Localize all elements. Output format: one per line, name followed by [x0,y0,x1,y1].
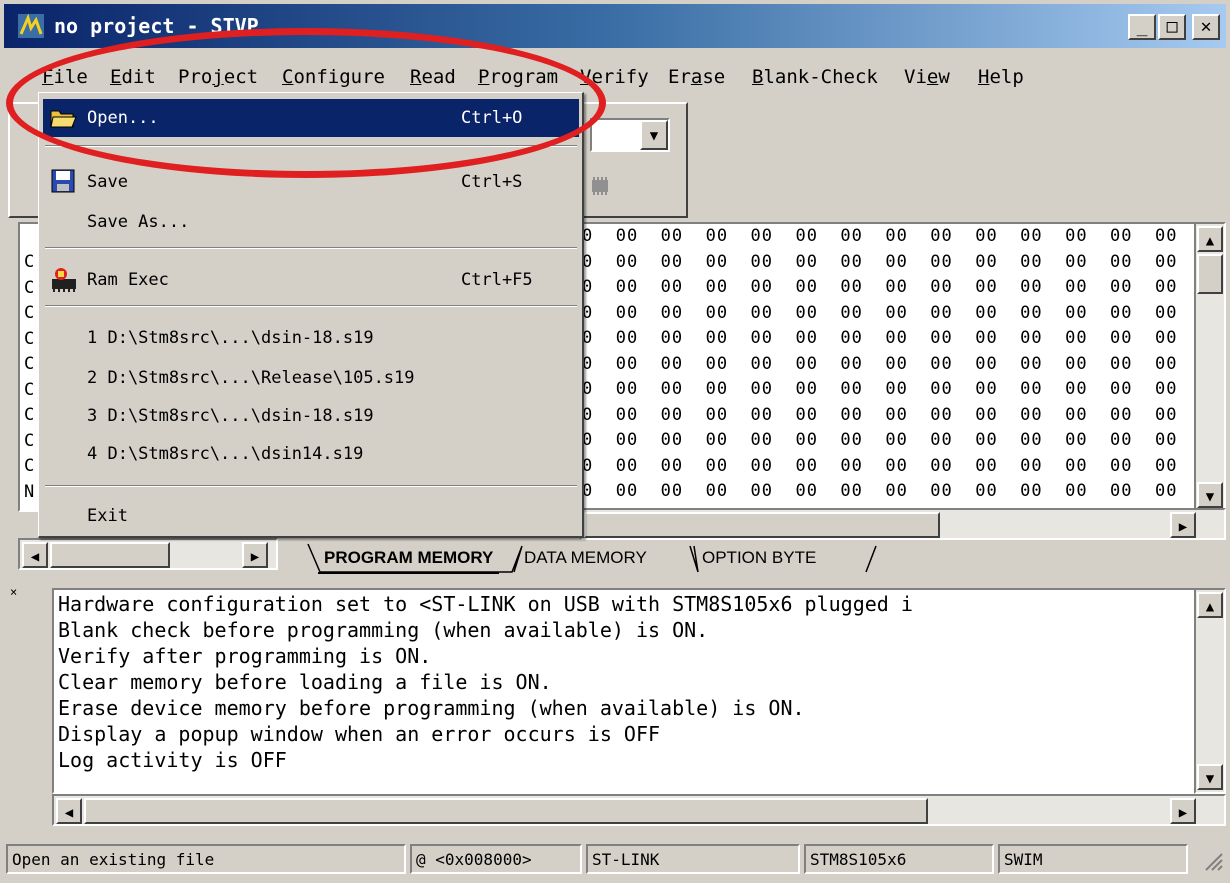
hex-row: 0 00 00 00 00 00 00 00 00 00 00 00 00 00… [582,455,1196,476]
left-panel-row: C [24,252,35,272]
recent-file-label: 1 D:\Stm8src\...\dsin-18.s19 [87,328,374,348]
maximize-icon: □ [1166,16,1178,37]
minimize-icon: _ [1136,16,1148,37]
status-device: STM8S105x6 [804,844,994,874]
scroll-left-button[interactable]: ◀ [22,542,48,568]
vscroll-thumb[interactable] [1197,254,1223,294]
scroll-down-button[interactable]: ▼ [1197,482,1223,508]
left-panel-row: C [24,379,35,400]
left-panel-row: C [24,303,35,323]
log-hscrollbar[interactable]: ◀ ▶ [52,794,1226,826]
menu-erase[interactable]: Erase [668,66,725,88]
log-line: Clear memory before loading a file is ON… [58,670,552,694]
scroll-right-button[interactable]: ▶ [242,542,268,568]
memory-hex-view[interactable]: 0 00 00 00 00 00 00 00 00 00 00 00 00 00… [580,222,1196,508]
menu-view[interactable]: View [904,66,950,88]
status-address: @ <0x008000> [410,844,582,874]
left-panel-row: C [24,405,35,425]
menu-item-label: Save As... [87,212,190,232]
combo-dropdown-button[interactable]: ▼ [640,120,668,150]
status-bar: Open an existing file @ <0x008000> ST-LI… [4,838,1226,878]
menu-item-ram-exec[interactable]: Ram Exec Ctrl+F5 [43,261,579,299]
hex-row: 0 00 00 00 00 00 00 00 00 00 00 00 00 00… [582,251,1196,272]
menu-item-exit[interactable]: Exit [43,497,579,535]
menu-item-shortcut: Ctrl+F5 [461,270,533,290]
left-panel-row: C [24,328,35,349]
menu-item-recent-file[interactable]: 4 D:\Stm8src\...\dsin14.s19 [43,435,579,473]
log-line: Display a popup window when an error occ… [58,722,661,746]
scroll-right-button[interactable]: ▶ [1170,798,1196,824]
status-tool: ST-LINK [586,844,800,874]
chevron-down-icon: ▼ [649,128,659,144]
log-output[interactable]: Hardware configuration set to <ST-LINK o… [52,588,1196,794]
hex-hscrollbar[interactable]: ▶ [580,508,1226,540]
log-line: Hardware configuration set to <ST-LINK o… [58,592,913,616]
scroll-down-button[interactable]: ▼ [1197,764,1223,790]
menu-blank-check[interactable]: Blank-Check [752,66,878,88]
tab-outline [307,543,877,573]
left-panel-row: C [24,456,35,476]
hex-row: 0 00 00 00 00 00 00 00 00 00 00 00 00 00… [582,226,1196,246]
hex-row: 0 00 00 00 00 00 00 00 00 00 00 00 00 00… [582,302,1196,323]
floppy-disk-icon [51,169,75,193]
recent-file-label: 2 D:\Stm8src\...\Release\105.s19 [87,368,415,388]
menu-separator [45,247,577,249]
hex-row: 0 00 00 00 00 00 00 00 00 00 00 00 00 00… [582,481,1196,501]
menu-separator [45,305,577,307]
left-panel-row: C [24,277,35,298]
scroll-left-button[interactable]: ◀ [56,798,82,824]
recent-file-label: 3 D:\Stm8src\...\dsin-18.s19 [87,406,374,426]
menu-item-label: Save [87,172,128,192]
hscroll-thumb[interactable] [84,798,928,824]
memory-tabs: PROGRAM MEMORY DATA MEMORY OPTION BYTE [300,540,900,576]
scroll-up-button[interactable]: ▲ [1197,592,1223,618]
status-message: Open an existing file [6,844,406,874]
left-panel-row: C [24,354,35,374]
scroll-thumb[interactable] [50,542,170,568]
hex-row: 0 00 00 00 00 00 00 00 00 00 00 00 00 00… [582,353,1196,374]
close-button[interactable]: ✕ [1192,14,1220,40]
scroll-right-button[interactable]: ▶ [1170,512,1196,538]
hex-row: 0 00 00 00 00 00 00 00 00 00 00 00 00 00… [582,379,1196,399]
hscroll-thumb[interactable] [584,512,940,538]
hex-row: 0 00 00 00 00 00 00 00 00 00 00 00 00 00… [582,328,1196,348]
menu-item-shortcut: Ctrl+S [461,172,523,192]
menu-help[interactable]: Help [978,66,1024,88]
hex-vscrollbar[interactable]: ▲ ▼ [1194,222,1226,512]
close-icon: ✕ [1200,16,1212,37]
resize-grip-icon[interactable] [1200,846,1224,872]
left-panel-row: N [24,481,35,502]
minimize-button[interactable]: _ [1128,14,1156,40]
hex-row: 0 00 00 00 00 00 00 00 00 00 00 00 00 00… [582,277,1196,297]
menu-item-label: Ram Exec [87,270,169,290]
log-line: Blank check before programming (when ava… [58,618,709,642]
recent-file-label: 4 D:\Stm8src\...\dsin14.s19 [87,444,364,464]
log-line: Erase device memory before programming (… [58,696,805,720]
left-panel-row: C [24,430,35,451]
menu-item-recent-file[interactable]: 1 D:\Stm8src\...\dsin-18.s19 [43,319,579,357]
log-line: Log activity is OFF [58,748,287,772]
status-protocol: SWIM [998,844,1188,874]
menu-item-recent-file[interactable]: 3 D:\Stm8src\...\dsin-18.s19 [43,397,579,435]
close-icon[interactable]: × [10,586,24,600]
menu-item-label: Exit [87,506,128,526]
ram-exec-icon [49,267,79,293]
stvp-app-icon [16,12,46,40]
menu-item-save-as[interactable]: Save As... [43,203,579,241]
maximize-button[interactable]: □ [1158,14,1186,40]
hex-row: 0 00 00 00 00 00 00 00 00 00 00 00 00 00… [582,430,1196,450]
scroll-up-button[interactable]: ▲ [1197,226,1223,252]
log-panel-handle: × [10,586,50,646]
hex-row: 0 00 00 00 00 00 00 00 00 00 00 00 00 00… [582,404,1196,425]
menu-item-recent-file[interactable]: 2 D:\Stm8src\...\Release\105.s19 [43,359,579,397]
toolbar-chip-icon[interactable] [588,176,612,196]
left-hscrollbar[interactable]: ◀ ▶ [18,538,278,570]
menu-separator [45,485,577,487]
log-line: Verify after programming is ON. [58,644,432,668]
red-annotation-ellipse [6,28,606,178]
log-vscrollbar[interactable]: ▲ ▼ [1194,588,1226,794]
